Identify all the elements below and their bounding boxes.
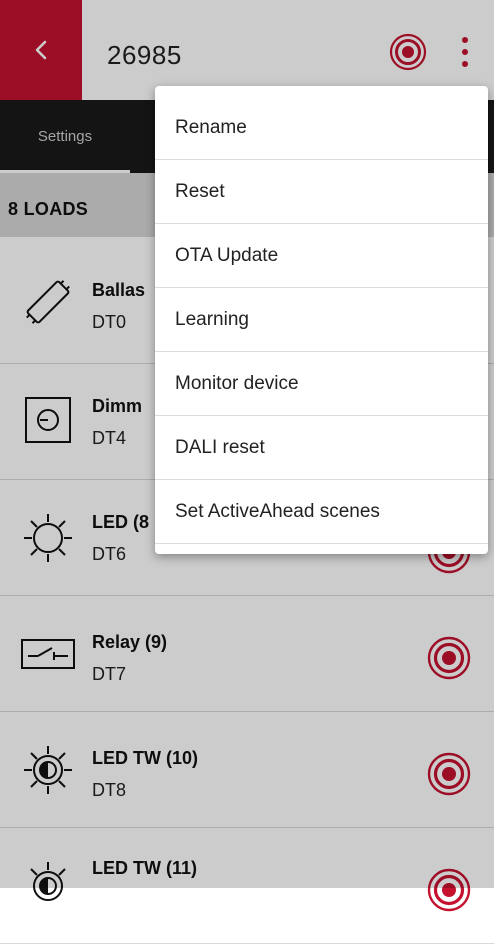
menu-item-rename[interactable]: Rename bbox=[155, 96, 488, 160]
menu-item-label: DALI reset bbox=[175, 436, 265, 458]
menu-item-dali-reset[interactable]: DALI reset bbox=[155, 416, 488, 480]
menu-item-learning[interactable]: Learning bbox=[155, 288, 488, 352]
menu-item-label: Reset bbox=[175, 180, 225, 202]
menu-item-set-activeahead-scenes[interactable]: Set ActiveAhead scenes bbox=[155, 480, 488, 544]
menu-item-label: Set ActiveAhead scenes bbox=[175, 500, 380, 522]
menu-item-label: Rename bbox=[175, 116, 247, 138]
overflow-menu: Rename Reset OTA Update Learning Monitor… bbox=[155, 86, 488, 554]
menu-item-label: Monitor device bbox=[175, 372, 299, 394]
menu-item-label: OTA Update bbox=[175, 244, 279, 266]
menu-item-monitor-device[interactable]: Monitor device bbox=[155, 352, 488, 416]
menu-item-ota-update[interactable]: OTA Update bbox=[155, 224, 488, 288]
menu-item-reset[interactable]: Reset bbox=[155, 160, 488, 224]
menu-item-label: Learning bbox=[175, 308, 249, 330]
